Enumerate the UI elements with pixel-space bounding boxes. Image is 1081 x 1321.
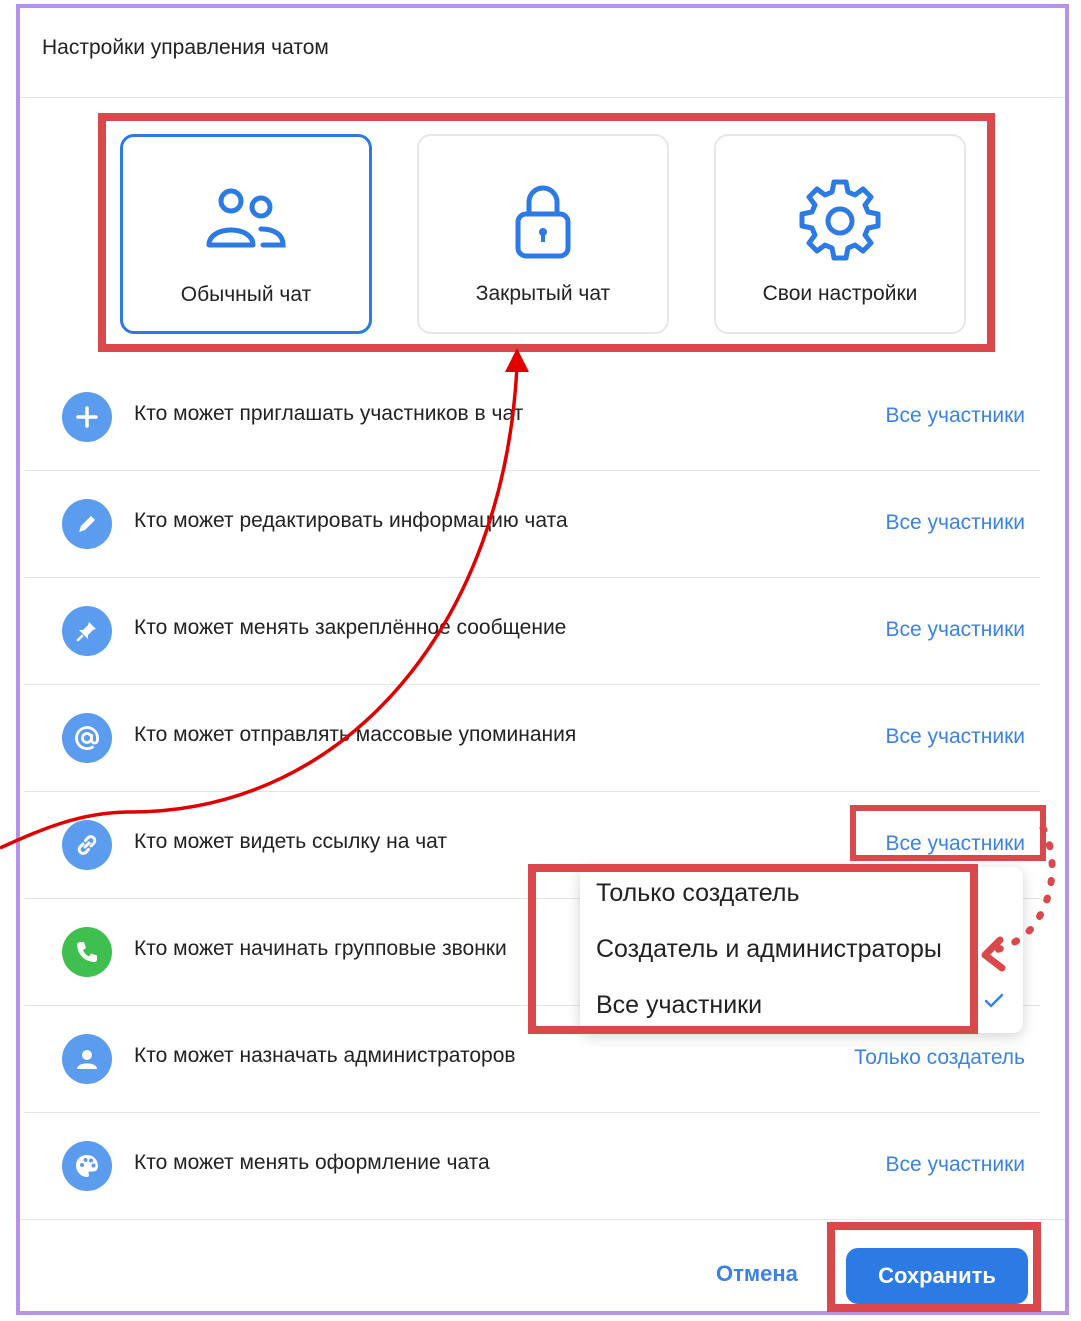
setting-value-link[interactable]: Все участники [885, 832, 1025, 856]
setting-value-link[interactable]: Все участники [885, 511, 1025, 535]
pencil-icon [62, 499, 112, 549]
plus-icon [62, 392, 112, 442]
setting-row-edit-info[interactable]: Кто может редактировать информацию чата … [24, 471, 1040, 578]
at-icon [62, 713, 112, 763]
setting-label: Кто может приглашать участников в чат [134, 402, 524, 425]
setting-value-link[interactable]: Только создатель [854, 1046, 1025, 1070]
palette-icon [62, 1141, 112, 1191]
preset-label: Закрытый чат [475, 282, 611, 305]
pin-icon [62, 606, 112, 656]
setting-label: Кто может менять оформление чата [134, 1151, 490, 1174]
phone-icon [62, 927, 112, 977]
preset-label: Свои настройки [762, 282, 918, 305]
setting-label: Кто может начинать групповые звонки [134, 937, 507, 960]
setting-label: Кто может менять закреплённое сообщение [134, 616, 567, 639]
preset-label: Обычный чат [180, 283, 312, 306]
dropdown-option-creator-only[interactable]: Только создатель [596, 879, 799, 908]
preset-regular-chat[interactable]: Обычный чат [120, 134, 372, 334]
setting-label: Кто может редактировать информацию чата [134, 509, 568, 532]
setting-label: Кто может видеть ссылку на чат [134, 830, 448, 853]
dropdown-option-all-members[interactable]: Все участники [596, 991, 762, 1020]
setting-label: Кто может отправлять массовые упоминания [134, 723, 577, 746]
checkmark-icon [984, 993, 1004, 1008]
setting-row-pinned[interactable]: Кто может менять закреплённое сообщение … [24, 578, 1040, 685]
dialog-header: Настройки управления чатом [20, 8, 1065, 98]
settings-dialog: Настройки управления чатом Обычный чат З… [16, 4, 1069, 1315]
users-icon [206, 188, 286, 248]
setting-row-mentions[interactable]: Кто может отправлять массовые упоминания… [24, 685, 1040, 792]
setting-value-link[interactable]: Все участники [885, 404, 1025, 428]
dialog-footer: Отмена Сохранить [20, 1219, 1065, 1311]
gear-icon [799, 179, 881, 261]
dropdown-option-creator-admins[interactable]: Создатель и администраторы [596, 935, 942, 964]
dialog-title: Настройки управления чатом [42, 36, 329, 59]
permission-dropdown: Только создатель Создатель и администрат… [580, 867, 1023, 1033]
setting-row-appearance[interactable]: Кто может менять оформление чата Все уча… [24, 1113, 1040, 1220]
cancel-button[interactable]: Отмена [716, 1261, 798, 1287]
person-icon [62, 1034, 112, 1084]
setting-label: Кто может назначать администраторов [134, 1044, 516, 1067]
setting-row-invite[interactable]: Кто может приглашать участников в чат Вс… [24, 364, 1040, 471]
setting-value-link[interactable]: Все участники [885, 1153, 1025, 1177]
lock-icon [515, 185, 571, 259]
setting-value-link[interactable]: Все участники [885, 618, 1025, 642]
save-button[interactable]: Сохранить [846, 1248, 1028, 1304]
link-icon [62, 820, 112, 870]
preset-custom-settings[interactable]: Свои настройки [714, 134, 966, 334]
setting-value-link[interactable]: Все участники [885, 725, 1025, 749]
preset-closed-chat[interactable]: Закрытый чат [417, 134, 669, 334]
